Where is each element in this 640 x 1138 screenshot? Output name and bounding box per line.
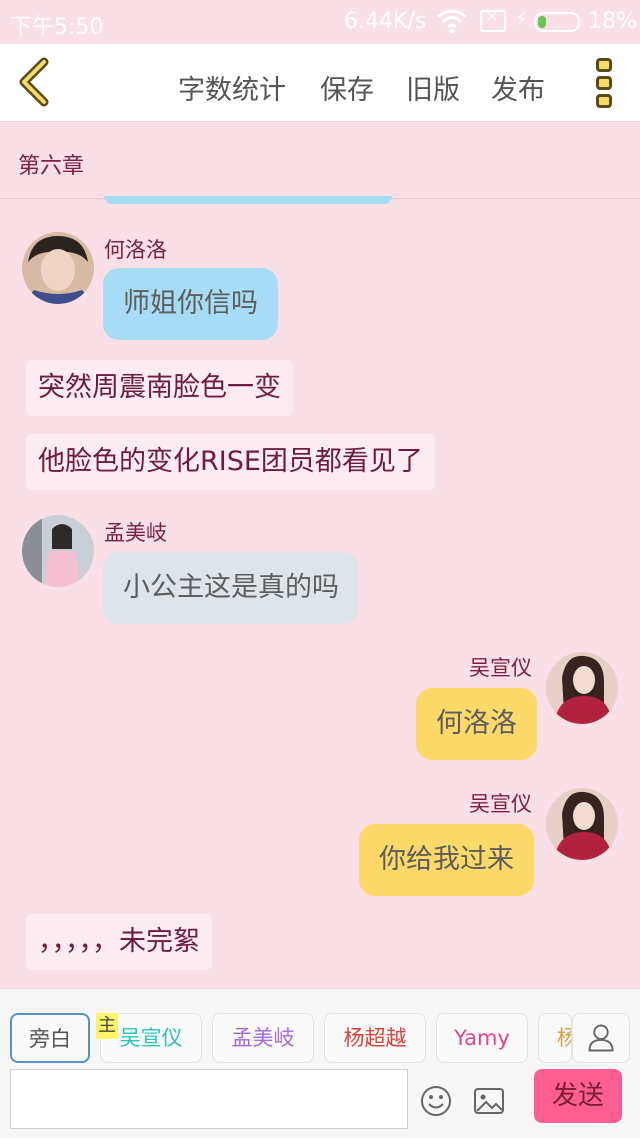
no-sim-icon [480,9,506,32]
back-icon[interactable] [14,56,54,108]
status-bar: 下午5:50 6.44K/s ⚡ 18% [0,0,640,44]
speaker-name: 吴宣仪 [469,656,532,680]
speaker-name: 吴宣仪 [469,792,532,816]
narration-text[interactable]: ，，，，，未完絮 [26,914,212,970]
word-count-button[interactable]: 字数统计 [178,68,286,107]
emoji-icon[interactable] [420,1085,452,1117]
message-bubble[interactable]: 你给我过来 [359,824,534,896]
message-bubble[interactable]: 何洛洛 [416,688,537,760]
battery-percent: 18% [588,9,637,34]
role-chip[interactable]: 杨 [538,1013,572,1063]
publish-button[interactable]: 发布 [491,68,545,107]
network-speed: 6.44K/s [344,9,427,34]
wifi-icon [437,9,467,34]
speaker-name: 何洛洛 [104,238,167,262]
previous-bubble-edge [104,196,392,204]
role-chip-narrator[interactable]: 旁白 [10,1013,90,1063]
avatar[interactable] [22,515,94,587]
avatar[interactable] [546,788,618,860]
editor-header: 字数统计 保存 旧版 发布 [0,44,640,122]
charging-icon: ⚡ [515,9,528,30]
narration-text[interactable]: 突然周震南脸色一变 [26,360,293,416]
chapter-title: 第六章 [18,154,85,179]
image-icon[interactable] [473,1086,505,1116]
send-button[interactable]: 发送 [534,1069,622,1123]
avatar[interactable] [22,232,94,304]
narration-text[interactable]: 他脸色的变化RISE团员都看见了 [26,434,435,490]
more-icon[interactable] [594,58,614,110]
person-icon[interactable] [572,1013,630,1063]
host-badge: 主 [96,1013,118,1039]
message-bubble[interactable]: 师姐你信吗 [103,268,278,340]
role-chip[interactable]: 孟美岐 [212,1013,314,1063]
message-input[interactable] [10,1069,408,1129]
avatar[interactable] [546,652,618,724]
role-chip[interactable]: 杨超越 [324,1013,426,1063]
message-bubble[interactable]: 小公主这是真的吗 [103,552,359,624]
composer-bar: 旁白 吴宣仪 主 孟美岐 杨超越 Yamy 杨 发送 [0,988,640,1138]
battery-icon [534,12,580,32]
speaker-name: 孟美岐 [104,521,167,545]
role-chip[interactable]: Yamy [436,1013,528,1063]
status-time: 下午5:50 [10,15,104,40]
old-version-button[interactable]: 旧版 [406,68,460,107]
save-button[interactable]: 保存 [320,68,374,107]
